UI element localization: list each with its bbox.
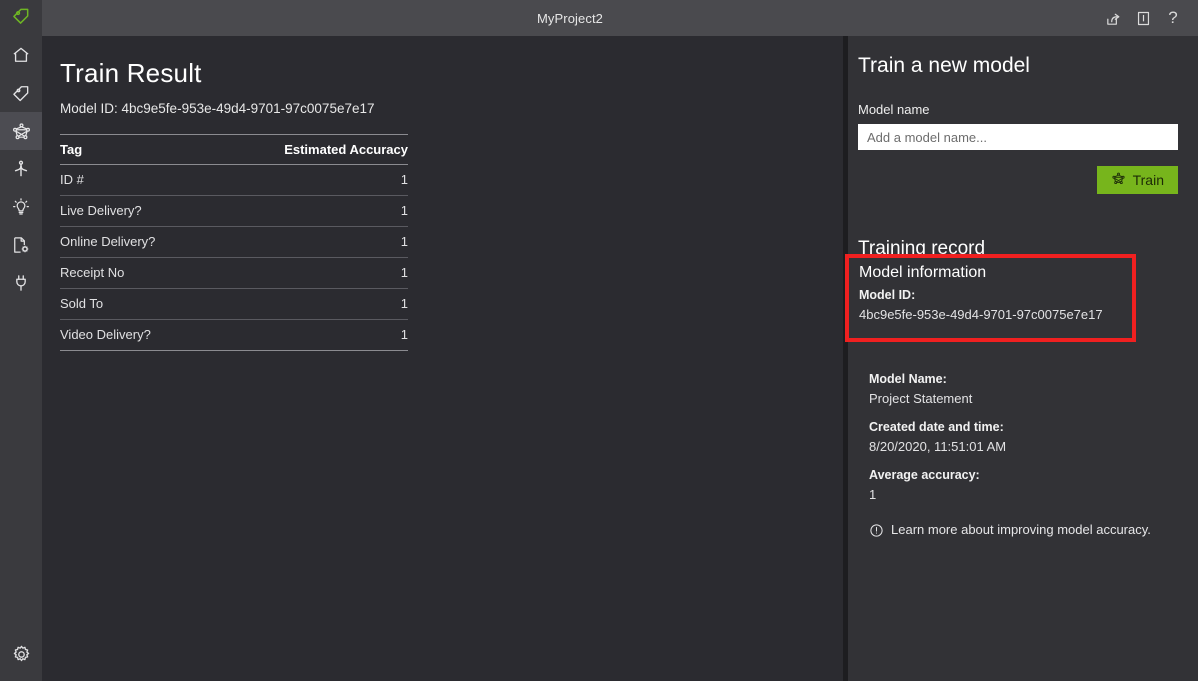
cell-accuracy: 1 (211, 288, 408, 320)
cell-tag: Video Delivery? (60, 319, 212, 351)
sidebar-rail (0, 36, 42, 681)
table-row: Online Delivery? 1 (60, 226, 408, 258)
sidebar-item-merge[interactable] (0, 150, 42, 188)
tag-icon (11, 83, 31, 103)
cell-accuracy: 1 (211, 195, 408, 227)
model-id-subtitle: Model ID: 4bc9e5fe-953e-49d4-9701-97c007… (60, 101, 375, 116)
table-row: Video Delivery? 1 (60, 319, 408, 351)
sidebar-item-tag[interactable] (0, 74, 42, 112)
table-body: ID # 1 Live Delivery? 1 Online Delivery?… (60, 164, 408, 351)
sidebar-item-home[interactable] (0, 36, 42, 74)
model-metadata-block: Model Name: Project Statement Created da… (858, 372, 1178, 502)
table-row: Receipt No 1 (60, 257, 408, 289)
sidebar-item-model-compose[interactable] (0, 226, 42, 264)
column-header-accuracy: Estimated Accuracy (211, 134, 408, 165)
document-settings-icon (11, 235, 31, 255)
learn-more-row[interactable]: Learn more about improving model accurac… (858, 522, 1178, 543)
train-button-label: Train (1132, 172, 1164, 188)
cell-accuracy: 1 (211, 226, 408, 258)
sidebar-item-train[interactable] (0, 112, 42, 150)
train-button[interactable]: Train (1096, 166, 1178, 194)
book-icon[interactable] (1128, 3, 1158, 33)
average-accuracy-value: 1 (869, 487, 877, 502)
gear-icon (11, 644, 32, 665)
column-header-tag: Tag (60, 134, 212, 165)
table-row: Sold To 1 (60, 288, 408, 320)
table-row: ID # 1 (60, 164, 408, 196)
main-content: Train Result Model ID: 4bc9e5fe-953e-49d… (42, 36, 843, 681)
table-header-row: Tag Estimated Accuracy (60, 134, 408, 165)
cell-tag: ID # (60, 164, 212, 196)
title-bar: MyProject2 ? (0, 0, 1198, 36)
app-logo (0, 0, 42, 36)
model-information-highlight-box: Model information Model ID: 4bc9e5fe-953… (845, 254, 1136, 342)
model-id-label: Model ID: (859, 288, 916, 302)
title-bar-actions: ? (1098, 0, 1198, 36)
merge-icon (11, 159, 31, 179)
cell-tag: Live Delivery? (60, 195, 212, 227)
model-id-value: 4bc9e5fe-953e-49d4-9701-97c0075e7e17 (859, 307, 1103, 322)
app-window: MyProject2 ? Train Result Model ID: 4bc9… (0, 0, 1198, 681)
created-date-value: 8/20/2020, 11:51:01 AM (869, 439, 1007, 454)
learn-more-text: Learn more about improving model accurac… (891, 522, 1151, 537)
cell-accuracy: 1 (211, 164, 408, 196)
train-network-icon (1111, 171, 1126, 189)
train-network-icon (11, 121, 32, 142)
home-icon (11, 45, 31, 65)
cell-tag: Sold To (60, 288, 212, 320)
train-new-model-heading: Train a new model (858, 54, 1030, 77)
tag-accuracy-table: Tag Estimated Accuracy ID # 1 Live Deliv… (60, 134, 408, 351)
share-icon[interactable] (1098, 3, 1128, 33)
sidebar-item-settings[interactable] (0, 635, 42, 673)
cell-tag: Receipt No (60, 257, 212, 289)
cell-accuracy: 1 (211, 319, 408, 351)
sidebar-item-connections[interactable] (0, 264, 42, 302)
model-name-label: Model name (858, 102, 930, 117)
cell-tag: Online Delivery? (60, 226, 212, 258)
sidebar-item-predict[interactable] (0, 188, 42, 226)
plug-icon (11, 273, 31, 293)
train-button-row: Train (858, 166, 1178, 194)
table-header: Tag Estimated Accuracy (60, 134, 408, 165)
help-icon[interactable]: ? (1158, 3, 1188, 33)
average-accuracy-label: Average accuracy: (869, 468, 980, 482)
created-date-label: Created date and time: (869, 420, 1004, 434)
model-name-field-value: Project Statement (869, 391, 973, 406)
table-row: Live Delivery? 1 (60, 195, 408, 227)
window-title: MyProject2 (536, 10, 604, 26)
model-information-heading: Model information (859, 264, 987, 281)
right-panel: Train a new model Model name Train (845, 36, 1198, 681)
lightbulb-icon (11, 197, 31, 217)
model-name-field-label: Model Name: (869, 372, 947, 386)
cell-accuracy: 1 (211, 257, 408, 289)
tag-logo-icon (11, 6, 31, 31)
page-title: Train Result (60, 58, 202, 88)
model-name-input[interactable] (858, 124, 1178, 150)
info-circle-icon (869, 523, 884, 543)
